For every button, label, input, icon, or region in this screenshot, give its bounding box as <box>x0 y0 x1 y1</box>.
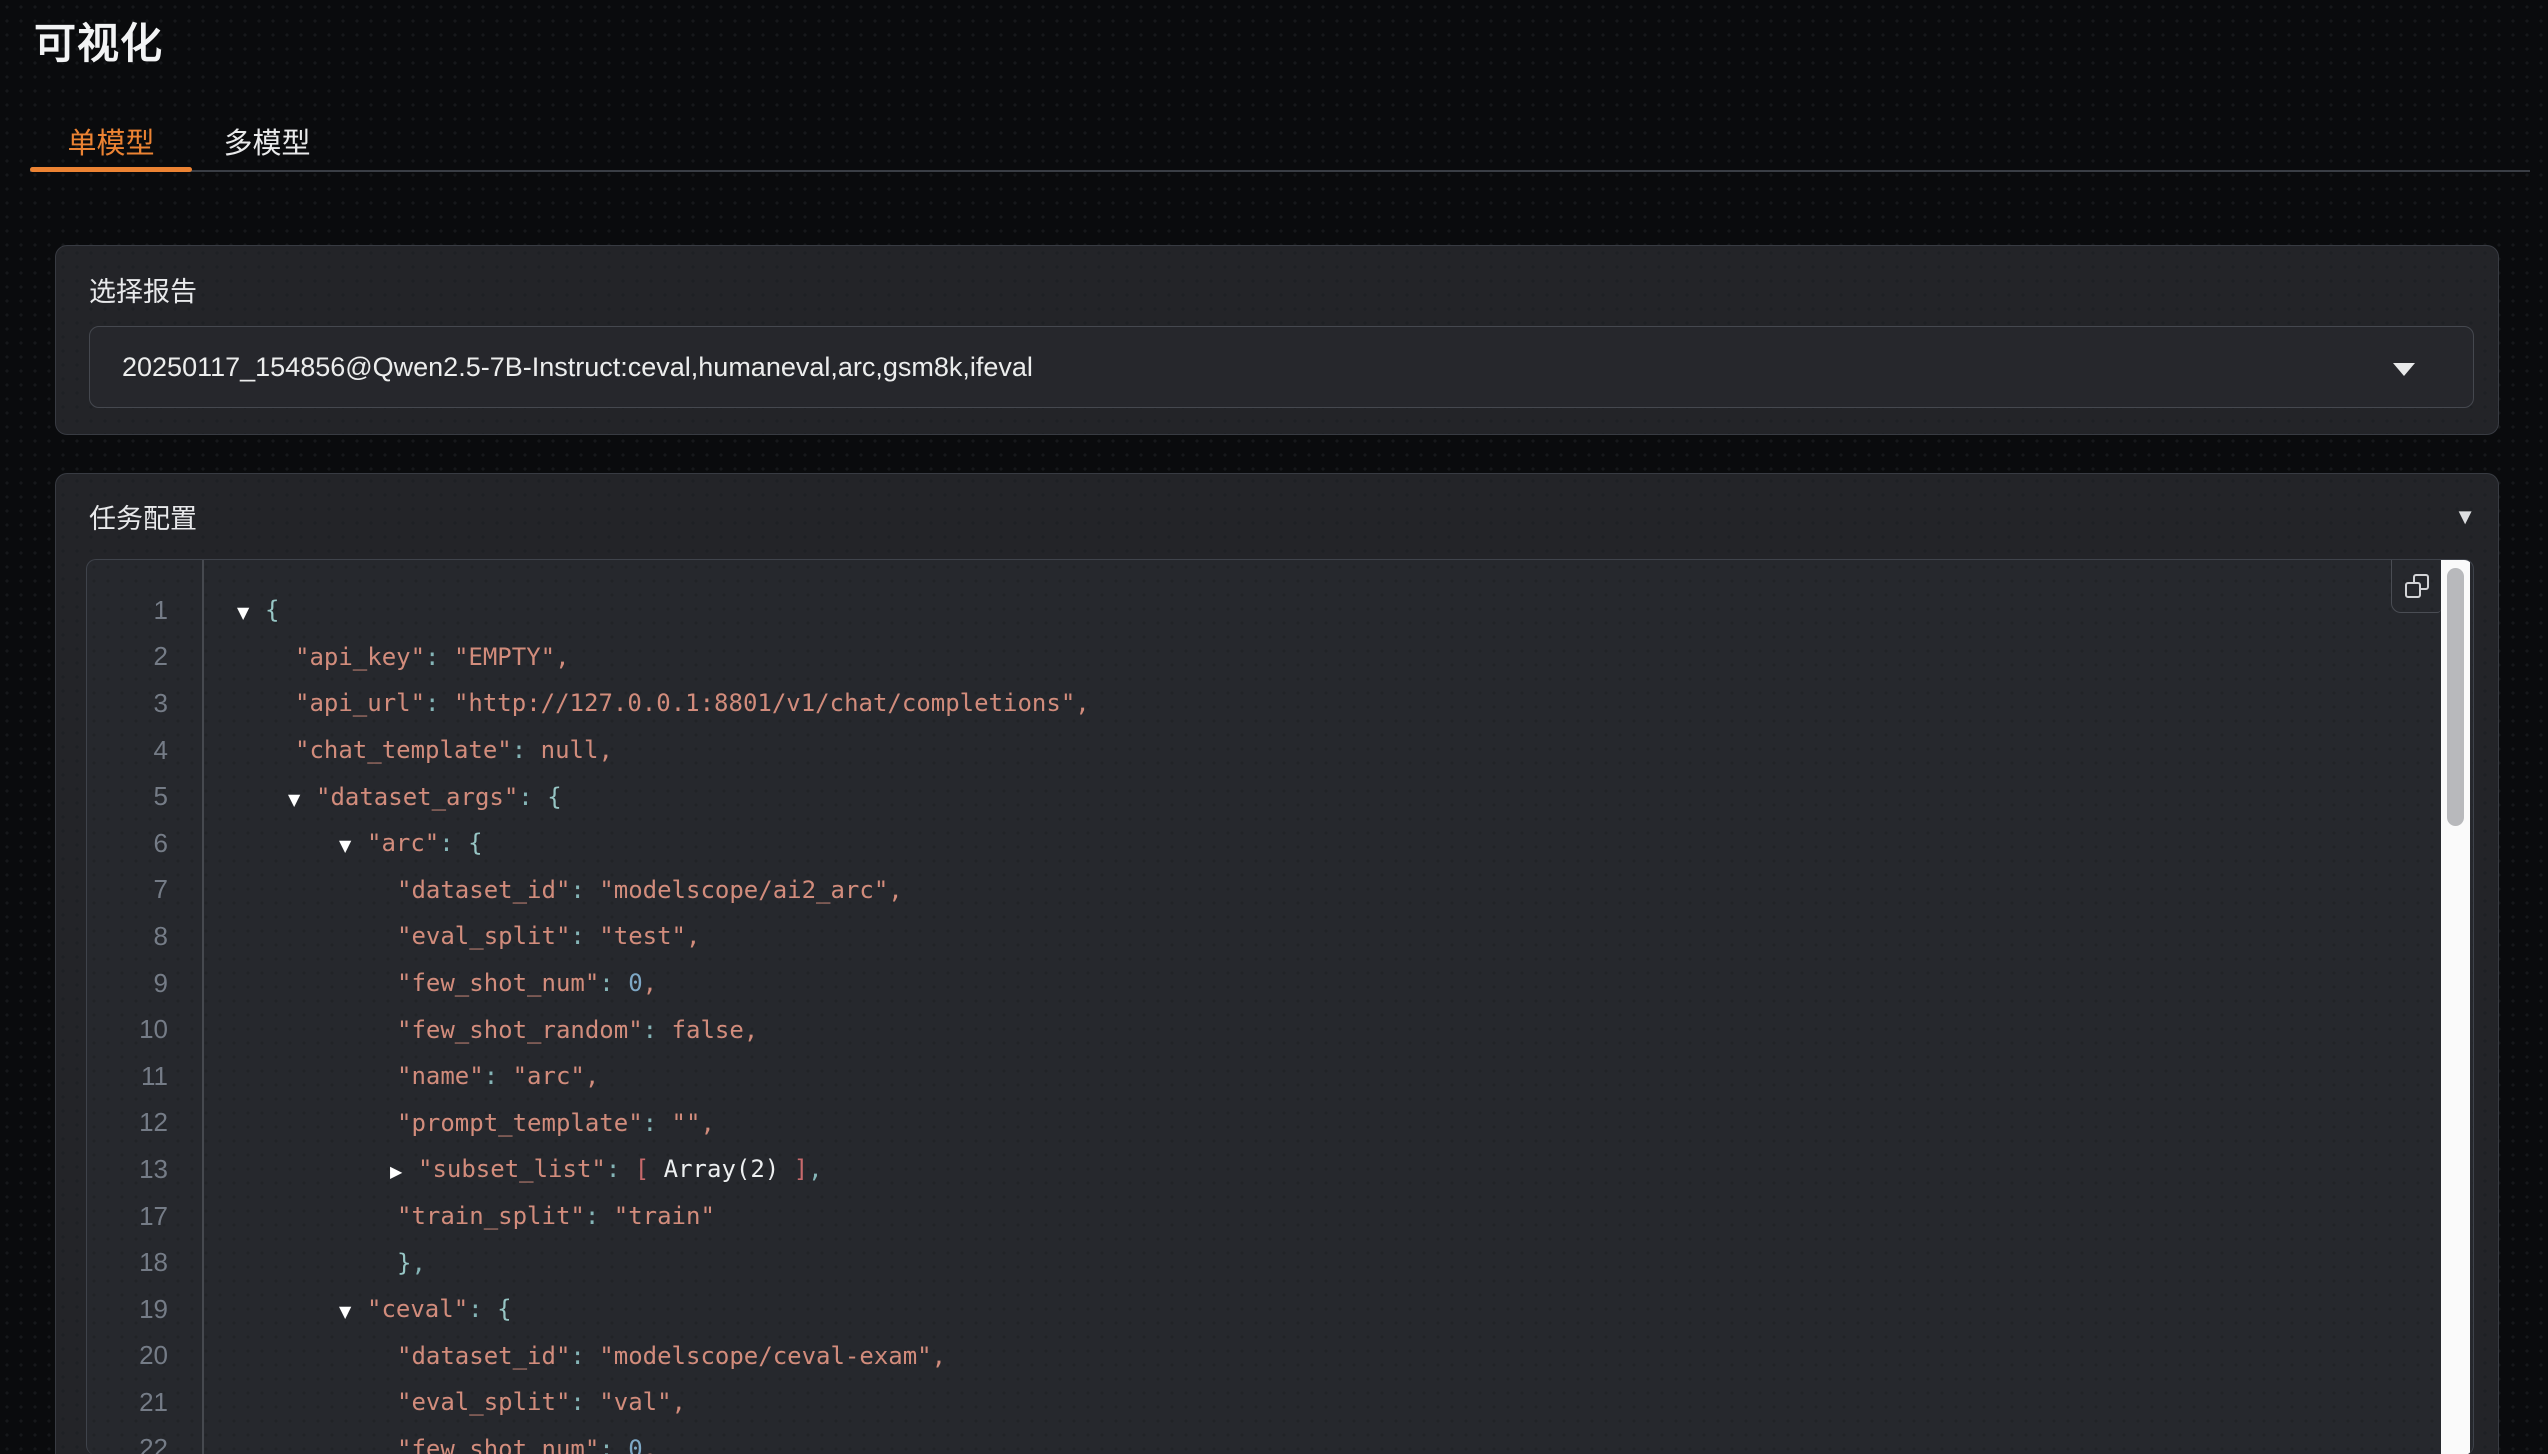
collapse-toggle-icon[interactable]: ▶ <box>390 1162 418 1181</box>
json-line-code: "prompt_template": "", <box>362 1109 715 1137</box>
panel-collapse-icon[interactable]: ▼ <box>2454 506 2476 528</box>
scrollbar-track[interactable] <box>2441 560 2470 1454</box>
json-line: 20 "dataset_id": "modelscope/ceval-exam", <box>87 1333 2473 1380</box>
report-panel: 选择报告 20250117_154856@Qwen2.5-7B-Instruct… <box>55 245 2499 435</box>
collapse-toggle-icon[interactable]: ▼ <box>237 603 265 622</box>
tab-multi-model[interactable]: 多模型 <box>192 114 342 168</box>
line-number: 19 <box>87 1294 202 1325</box>
json-line-code: "train_split": "train" <box>362 1202 715 1230</box>
line-number: 13 <box>87 1154 202 1185</box>
line-number: 11 <box>87 1061 202 1092</box>
json-line-code: "api_url": "http://127.0.0.1:8801/v1/cha… <box>260 689 1090 717</box>
json-line: 2 "api_key": "EMPTY", <box>87 634 2473 681</box>
line-number: 17 <box>87 1201 202 1232</box>
active-tab-underline <box>30 167 192 172</box>
json-line: 13 ▶"subset_list": [ Array(2) ], <box>87 1146 2473 1193</box>
line-number: 6 <box>87 828 202 859</box>
json-line-code: "few_shot_num": 0, <box>362 969 657 997</box>
json-line: 6 ▼"arc": { <box>87 820 2473 867</box>
json-line-code: "few_shot_random": false, <box>362 1016 758 1044</box>
line-number: 10 <box>87 1014 202 1045</box>
line-number: 7 <box>87 874 202 905</box>
scrollbar-thumb[interactable] <box>2447 568 2464 826</box>
chevron-down-icon <box>2393 363 2415 376</box>
json-line: 9 "few_shot_num": 0, <box>87 960 2473 1007</box>
tab-single-model[interactable]: 单模型 <box>30 114 192 168</box>
page-title: 可视化 <box>34 10 163 71</box>
line-number: 22 <box>87 1433 202 1454</box>
collapse-toggle-icon[interactable]: ▼ <box>339 1302 367 1321</box>
json-line: 10 "few_shot_random": false, <box>87 1006 2473 1053</box>
task-config-label: 任务配置 <box>89 497 197 536</box>
line-number: 1 <box>87 595 202 626</box>
json-line-code: "dataset_id": "modelscope/ai2_arc", <box>362 876 903 904</box>
json-line-code: "api_key": "EMPTY", <box>260 643 570 671</box>
json-line: 5 ▼"dataset_args": { <box>87 773 2473 820</box>
line-number: 12 <box>87 1107 202 1138</box>
json-line: 17 "train_split": "train" <box>87 1193 2473 1240</box>
report-panel-label: 选择报告 <box>89 270 197 309</box>
json-line: 21 "eval_split": "val", <box>87 1379 2473 1426</box>
line-number: 8 <box>87 921 202 952</box>
line-number: 3 <box>87 688 202 719</box>
json-line: 7 "dataset_id": "modelscope/ai2_arc", <box>87 867 2473 914</box>
json-line-code: "eval_split": "test", <box>362 922 700 950</box>
json-line-code: "chat_template": null, <box>260 736 613 764</box>
line-number: 18 <box>87 1247 202 1278</box>
collapse-toggle-icon[interactable]: ▼ <box>339 836 367 855</box>
json-line-code: "name": "arc", <box>362 1062 599 1090</box>
json-line-code: "dataset_id": "modelscope/ceval-exam", <box>362 1342 946 1370</box>
line-number: 20 <box>87 1340 202 1371</box>
json-line: 12 "prompt_template": "", <box>87 1100 2473 1147</box>
json-line: 22 "few_shot_num": 0, <box>87 1426 2473 1454</box>
gutter-divider <box>202 560 204 1454</box>
json-line-code: ▶"subset_list": [ Array(2) ], <box>355 1155 823 1183</box>
json-line: 8 "eval_split": "test", <box>87 913 2473 960</box>
collapse-toggle-icon[interactable]: ▼ <box>288 790 316 809</box>
json-line: 18}, <box>87 1239 2473 1286</box>
line-number: 21 <box>87 1387 202 1418</box>
json-line-code: ▼"ceval": { <box>304 1295 512 1323</box>
json-line: 3 "api_url": "http://127.0.0.1:8801/v1/ch… <box>87 680 2473 727</box>
json-line-code: }, <box>362 1249 426 1277</box>
json-line-code: ▼"dataset_args": { <box>253 783 562 811</box>
line-number: 5 <box>87 781 202 812</box>
json-line-code: "eval_split": "val", <box>362 1388 686 1416</box>
line-number: 4 <box>87 735 202 766</box>
report-select-value: 20250117_154856@Qwen2.5-7B-Instruct:ceva… <box>90 352 1033 383</box>
task-config-header[interactable]: 任务配置 ▼ <box>56 474 2498 559</box>
json-line: 1▼{ <box>87 587 2473 634</box>
tabs-divider <box>30 170 2530 172</box>
line-number: 9 <box>87 968 202 999</box>
copy-icon <box>2405 574 2429 598</box>
copy-button[interactable] <box>2391 560 2441 613</box>
json-line-code: ▼"arc": { <box>304 829 483 857</box>
line-number: 2 <box>87 641 202 672</box>
json-lines: 1▼{2"api_key": "EMPTY",3"api_url": "http… <box>87 560 2473 1454</box>
json-line: 19 ▼"ceval": { <box>87 1286 2473 1333</box>
json-line-code: "few_shot_num": 0, <box>362 1435 657 1454</box>
json-line: 11 "name": "arc", <box>87 1053 2473 1100</box>
json-line-code: ▼{ <box>202 596 279 624</box>
json-viewer: 1▼{2"api_key": "EMPTY",3"api_url": "http… <box>86 559 2474 1454</box>
task-config-panel: 任务配置 ▼ 1▼{2"api_key": "EMPTY",3"api_url"… <box>55 473 2499 1454</box>
report-select[interactable]: 20250117_154856@Qwen2.5-7B-Instruct:ceva… <box>89 326 2474 408</box>
json-line: 4 "chat_template": null, <box>87 727 2473 774</box>
